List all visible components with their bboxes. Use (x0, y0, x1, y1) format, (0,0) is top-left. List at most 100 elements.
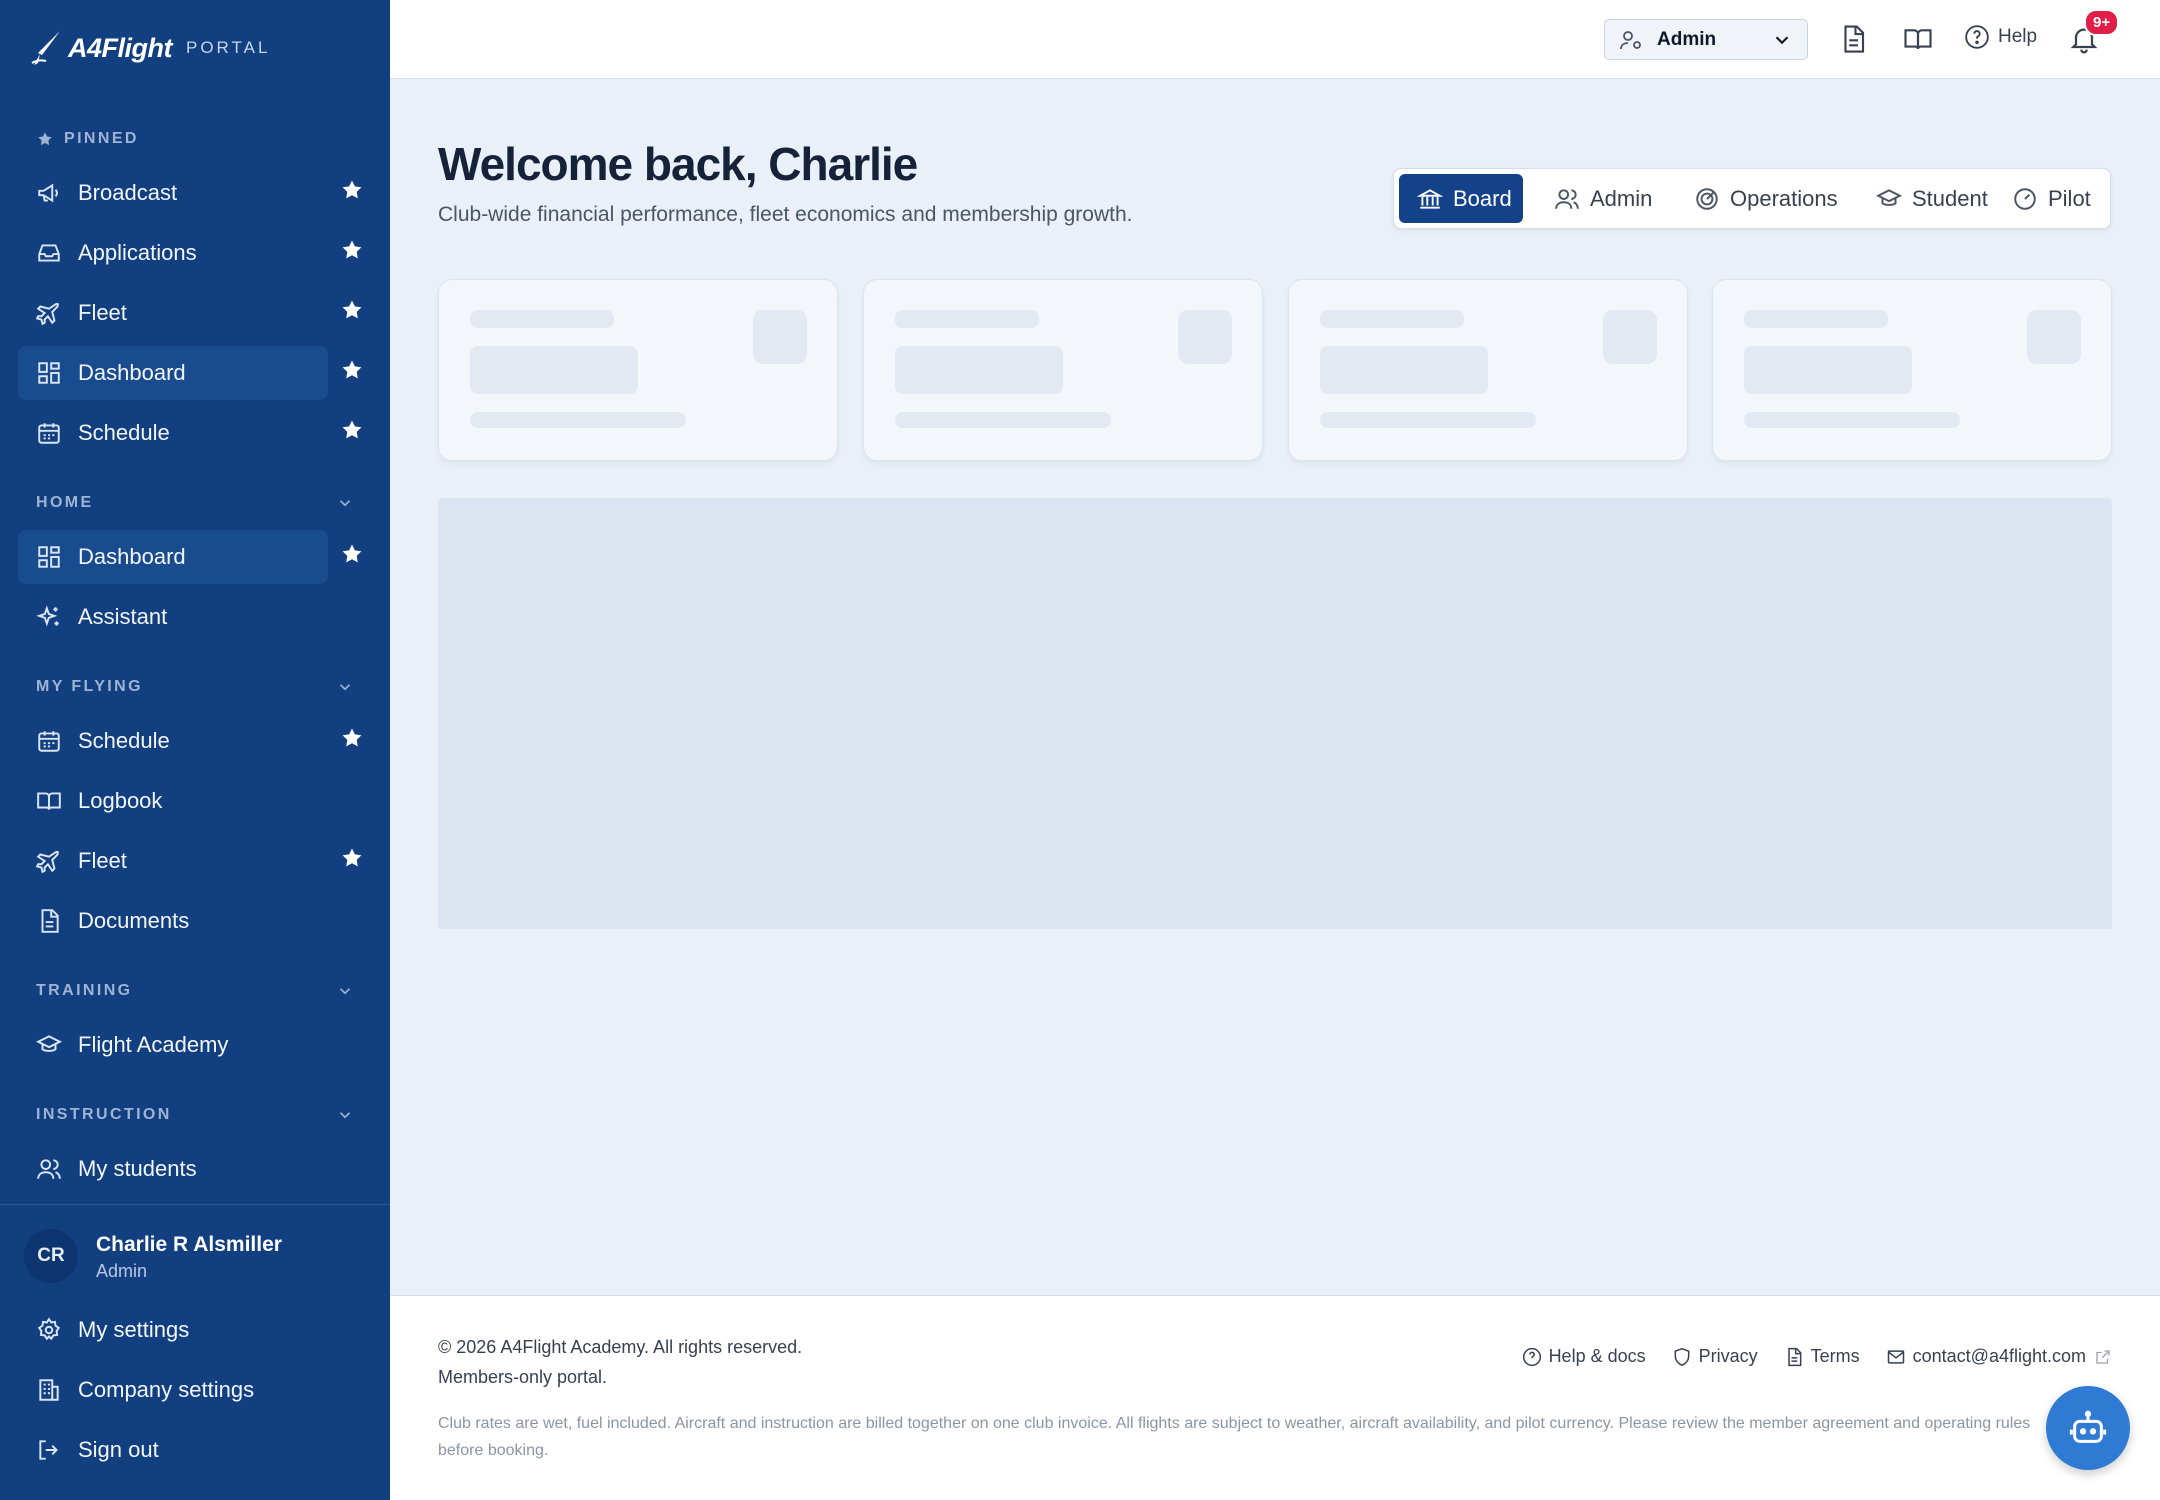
bank-icon (1417, 188, 1443, 209)
company-settings-link[interactable]: Company settings (36, 1370, 254, 1410)
tab-student-label: Student (1912, 185, 1988, 211)
unpin-star-icon[interactable] (340, 846, 364, 870)
sign-out-link[interactable]: Sign out (36, 1430, 159, 1470)
section-instruction[interactable]: INSTRUCTION (0, 1094, 390, 1136)
section-training[interactable]: TRAINING (0, 970, 390, 1012)
pin-star-icon (38, 132, 52, 146)
help-link[interactable]: Help (1964, 24, 2037, 50)
section-home[interactable]: HOME (0, 482, 390, 524)
pinned-item-fleet[interactable]: Fleet (18, 286, 328, 340)
sidebar-item-label: Flight Academy (78, 1032, 229, 1057)
section-my-flying-label: MY FLYING (36, 678, 143, 695)
unpin-star-icon[interactable] (340, 178, 364, 202)
graduation-cap-icon (1876, 188, 1902, 206)
chevron-down-icon[interactable] (336, 1106, 354, 1124)
top-bar: Admin Help 9+ (390, 0, 2160, 79)
role-select[interactable]: Admin (1604, 19, 1808, 60)
calendar-icon (38, 731, 60, 752)
brand-logo[interactable]: A4Flight PORTAL (30, 28, 270, 68)
sidebar-nav[interactable]: PINNED Broadcast Applications Fleet Dash… (0, 118, 390, 1203)
unpin-star-icon[interactable] (340, 418, 364, 442)
unpin-star-icon[interactable] (340, 298, 364, 322)
sidebar-item-fleet[interactable]: Fleet (18, 834, 328, 888)
inbox-icon (38, 244, 60, 262)
unpin-star-icon[interactable] (340, 358, 364, 382)
page-subtitle: Club-wide financial performance, fleet e… (438, 203, 1133, 226)
pinned-item-broadcast[interactable]: Broadcast (18, 166, 328, 220)
sidebar-item-label: Logbook (78, 788, 163, 813)
sidebar-item-my-students[interactable]: My students (18, 1142, 328, 1196)
unpin-star-icon[interactable] (340, 238, 364, 262)
sidebar-item-logbook[interactable]: Logbook (18, 774, 328, 828)
help-circle-icon (1522, 1347, 1541, 1366)
pen-logo-icon (31, 31, 60, 65)
section-home-label: HOME (36, 494, 94, 511)
tab-board[interactable]: Board (1399, 174, 1523, 223)
user-panel: CR Charlie R Alsmiller Admin My settings… (0, 1204, 390, 1500)
kpi-card-skeleton (438, 279, 838, 461)
pinned-item-schedule[interactable]: Schedule (18, 406, 328, 460)
dashboard-icon (38, 362, 60, 384)
company-settings-label: Company settings (78, 1377, 255, 1402)
chevron-down-icon[interactable] (336, 494, 354, 512)
footer-contact-label: contact@a4flight.com (1912, 1346, 2086, 1366)
sidebar: A4Flight PORTAL PINNED Broadcast Applica… (0, 0, 390, 1500)
pinned-item-applications[interactable]: Applications (18, 226, 328, 280)
chevron-down-icon[interactable] (336, 678, 354, 696)
footer-privacy-link[interactable]: Privacy (1672, 1346, 1758, 1367)
footer-members-note: Members-only portal. (438, 1367, 608, 1387)
chevron-down-icon[interactable] (336, 982, 354, 1000)
section-instruction-label: INSTRUCTION (36, 1106, 172, 1123)
mail-icon (1887, 1349, 1904, 1364)
document-icon[interactable] (1838, 24, 1868, 54)
tab-pilot[interactable]: Pilot (1994, 174, 2106, 223)
pinned-item-label: Broadcast (78, 180, 178, 205)
sidebar-item-schedule[interactable]: Schedule (18, 714, 328, 768)
tab-admin[interactable]: Admin (1536, 174, 1676, 223)
book-open-icon[interactable] (1903, 24, 1933, 54)
book-open-icon (37, 792, 61, 810)
document-icon (1787, 1347, 1802, 1366)
avatar[interactable]: CR (24, 1229, 78, 1283)
unpin-star-icon[interactable] (340, 726, 364, 750)
tab-operations[interactable]: Operations (1676, 174, 1856, 223)
sidebar-item-label: Dashboard (78, 544, 186, 569)
user-cog-icon (1620, 30, 1641, 49)
pinned-item-label: Schedule (78, 420, 170, 445)
brand-name: A4Flight (68, 32, 173, 63)
tab-student[interactable]: Student (1858, 174, 2008, 223)
sidebar-item-dashboard[interactable]: Dashboard (18, 530, 328, 584)
user-role: Admin (96, 1261, 148, 1281)
radar-icon (1696, 187, 1718, 210)
sidebar-item-label: Assistant (78, 604, 168, 629)
plane-icon (36, 850, 59, 874)
sidebar-item-flight-academy[interactable]: Flight Academy (18, 1018, 328, 1072)
footer-terms-link[interactable]: Terms (1784, 1346, 1860, 1367)
unpin-star-icon[interactable] (340, 542, 364, 566)
my-settings-link[interactable]: My settings (36, 1310, 189, 1350)
sidebar-item-documents[interactable]: Documents (18, 894, 328, 948)
graduation-cap-icon (36, 1035, 62, 1052)
pinned-item-label: Fleet (78, 300, 127, 325)
section-my-flying[interactable]: MY FLYING (0, 666, 390, 708)
pinned-item-dashboard[interactable]: Dashboard (18, 346, 328, 400)
section-training-label: TRAINING (36, 982, 133, 999)
footer-contact-link[interactable]: contact@a4flight.com (1886, 1346, 2112, 1367)
chart-panel-skeleton (438, 498, 2112, 929)
gauge-icon (2014, 187, 2036, 210)
footer-disclaimer: Club rates are wet, fuel included. Aircr… (438, 1415, 2031, 1459)
footer-help-link[interactable]: Help & docs (1522, 1346, 1646, 1367)
chevron-down-icon (1775, 36, 1789, 45)
shield-icon (1674, 1347, 1690, 1366)
sign-out-label: Sign out (78, 1437, 159, 1462)
pinned-item-label: Applications (78, 240, 197, 265)
help-label: Help (1998, 26, 2038, 47)
footer-links: Help & docs Privacy Terms contact@a4flig… (1522, 1346, 2112, 1367)
brand-portal-label: PORTAL (186, 38, 271, 57)
kpi-card-skeleton (863, 279, 1263, 461)
sign-out-icon (39, 1440, 58, 1460)
assistant-bot-button[interactable] (2046, 1386, 2130, 1470)
sidebar-item-assistant[interactable]: Assistant (18, 590, 328, 644)
section-pinned: PINNED (0, 118, 390, 160)
sidebar-item-label: Fleet (78, 848, 127, 873)
